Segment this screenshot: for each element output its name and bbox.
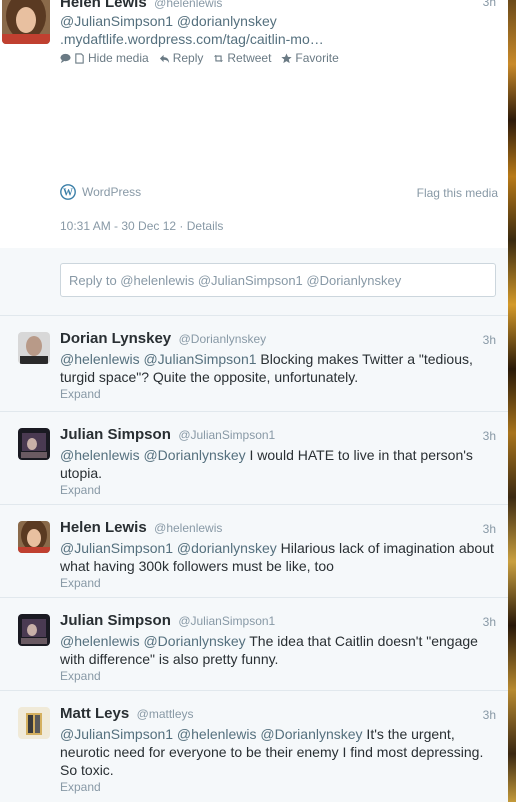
author-name[interactable]: Julian Simpson bbox=[60, 426, 171, 443]
reply-label: Reply bbox=[172, 51, 204, 65]
retweet-button[interactable]: Retweet bbox=[213, 51, 271, 65]
hide-media-label: Hide media bbox=[88, 51, 149, 65]
expand-link[interactable]: Expand bbox=[60, 576, 500, 590]
expand-link[interactable]: Expand bbox=[60, 483, 500, 497]
tweet-item[interactable]: Helen Lewis @helenlewis 3h @JulianSimpso… bbox=[0, 505, 508, 598]
timestamp-text[interactable]: 10:31 AM - 30 Dec 12 bbox=[60, 219, 176, 233]
tweet-item[interactable]: Matt Leys @mattleys 3h @JulianSimpson1 @… bbox=[0, 691, 508, 802]
author-name[interactable]: Dorian Lynskey bbox=[60, 330, 171, 347]
avatar[interactable] bbox=[2, 0, 50, 44]
author-name[interactable]: Helen Lewis bbox=[60, 519, 147, 536]
expand-link[interactable]: Expand bbox=[60, 780, 500, 794]
expand-link[interactable]: Expand bbox=[60, 387, 500, 401]
tweet-mentions[interactable]: @JulianSimpson1 @dorianlynskey bbox=[60, 540, 277, 556]
tweet-actions: Hide media Reply Retweet Favorite bbox=[60, 51, 339, 65]
avatar[interactable] bbox=[18, 332, 50, 364]
tweet-text: @JulianSimpson1 @helenlewis @Dorianlynsk… bbox=[60, 725, 500, 779]
author-handle[interactable]: @Dorianlynskey bbox=[179, 332, 267, 346]
conversation-panel: Helen Lewis @helenlewis 3h @JulianSimpso… bbox=[0, 0, 509, 802]
favorite-button[interactable]: Favorite bbox=[281, 51, 339, 65]
avatar[interactable] bbox=[18, 428, 50, 460]
comment-icon bbox=[60, 53, 71, 63]
author-handle[interactable]: @mattleys bbox=[137, 707, 194, 721]
tweet-time[interactable]: 3h bbox=[483, 522, 496, 536]
retweet-icon bbox=[214, 54, 224, 62]
tweet-mentions[interactable]: @helenlewis @Dorianlynskey bbox=[60, 447, 246, 463]
reply-area: Reply to @helenlewis @JulianSimpson1 @Do… bbox=[0, 248, 508, 316]
tweet-mentions[interactable]: @JulianSimpson1 @dorianlynskey bbox=[60, 12, 277, 30]
author-name[interactable]: Matt Leys bbox=[60, 705, 129, 722]
author-handle[interactable]: @helenlewis bbox=[154, 521, 222, 535]
expanded-tweet: Helen Lewis @helenlewis 3h @JulianSimpso… bbox=[0, 0, 508, 249]
author-name[interactable]: Helen Lewis bbox=[60, 0, 147, 11]
tweet-item[interactable]: Julian Simpson @JulianSimpson1 3h @helen… bbox=[0, 598, 508, 691]
reply-button[interactable]: Reply bbox=[159, 51, 204, 65]
tweet-text: @helenlewis @Dorianlynskey The idea that… bbox=[60, 632, 500, 668]
favorite-label: Favorite bbox=[295, 51, 339, 65]
tweet-time[interactable]: 3h bbox=[483, 708, 496, 722]
tweet-item[interactable]: Dorian Lynskey @Dorianlynskey 3h @helenl… bbox=[0, 316, 508, 412]
document-icon bbox=[75, 52, 84, 64]
tweet-link[interactable]: .mydaftlife.wordpress.com/tag/caitlin-mo… bbox=[60, 30, 324, 48]
avatar[interactable] bbox=[18, 521, 50, 553]
svg-text:W: W bbox=[63, 188, 73, 199]
tweet-mentions[interactable]: @helenlewis @JulianSimpson1 bbox=[60, 351, 257, 367]
media-source[interactable]: W WordPress bbox=[60, 184, 141, 200]
details-link[interactable]: Details bbox=[187, 219, 224, 233]
tweet-text: @JulianSimpson1 @dorianlynskey Hilarious… bbox=[60, 539, 500, 575]
window-edge bbox=[508, 0, 516, 802]
tweet-time[interactable]: 3h bbox=[483, 0, 496, 9]
tweet-timestamp: 10:31 AM - 30 Dec 12 · Details bbox=[60, 219, 224, 233]
author-handle[interactable]: @JulianSimpson1 bbox=[178, 614, 275, 628]
tweet-mentions[interactable]: @helenlewis @Dorianlynskey bbox=[60, 633, 246, 649]
author-handle[interactable]: @JulianSimpson1 bbox=[178, 428, 275, 442]
media-source-label: WordPress bbox=[82, 185, 142, 199]
hide-media-button[interactable]: Hide media bbox=[60, 51, 149, 65]
tweet-text: @helenlewis @JulianSimpson1 Blocking mak… bbox=[60, 350, 500, 386]
author-handle[interactable]: @helenlewis bbox=[154, 0, 222, 10]
tweet-text: @helenlewis @Dorianlynskey I would HATE … bbox=[60, 446, 500, 482]
expand-link[interactable]: Expand bbox=[60, 669, 500, 683]
retweet-label: Retweet bbox=[227, 51, 272, 65]
tweet-time[interactable]: 3h bbox=[483, 615, 496, 629]
star-icon bbox=[281, 52, 293, 63]
avatar[interactable] bbox=[18, 614, 50, 646]
reply-input[interactable]: Reply to @helenlewis @JulianSimpson1 @Do… bbox=[60, 263, 496, 297]
author-name[interactable]: Julian Simpson bbox=[60, 612, 171, 629]
avatar[interactable] bbox=[18, 707, 50, 739]
wordpress-icon: W bbox=[60, 184, 76, 200]
flag-media-link[interactable]: Flag this media bbox=[417, 186, 498, 200]
reply-icon bbox=[159, 54, 169, 63]
tweet-time[interactable]: 3h bbox=[483, 333, 496, 347]
tweet-mentions[interactable]: @JulianSimpson1 @helenlewis @Dorianlynsk… bbox=[60, 726, 363, 742]
tweet-time[interactable]: 3h bbox=[483, 429, 496, 443]
tweet-item[interactable]: Julian Simpson @JulianSimpson1 3h @helen… bbox=[0, 412, 508, 505]
